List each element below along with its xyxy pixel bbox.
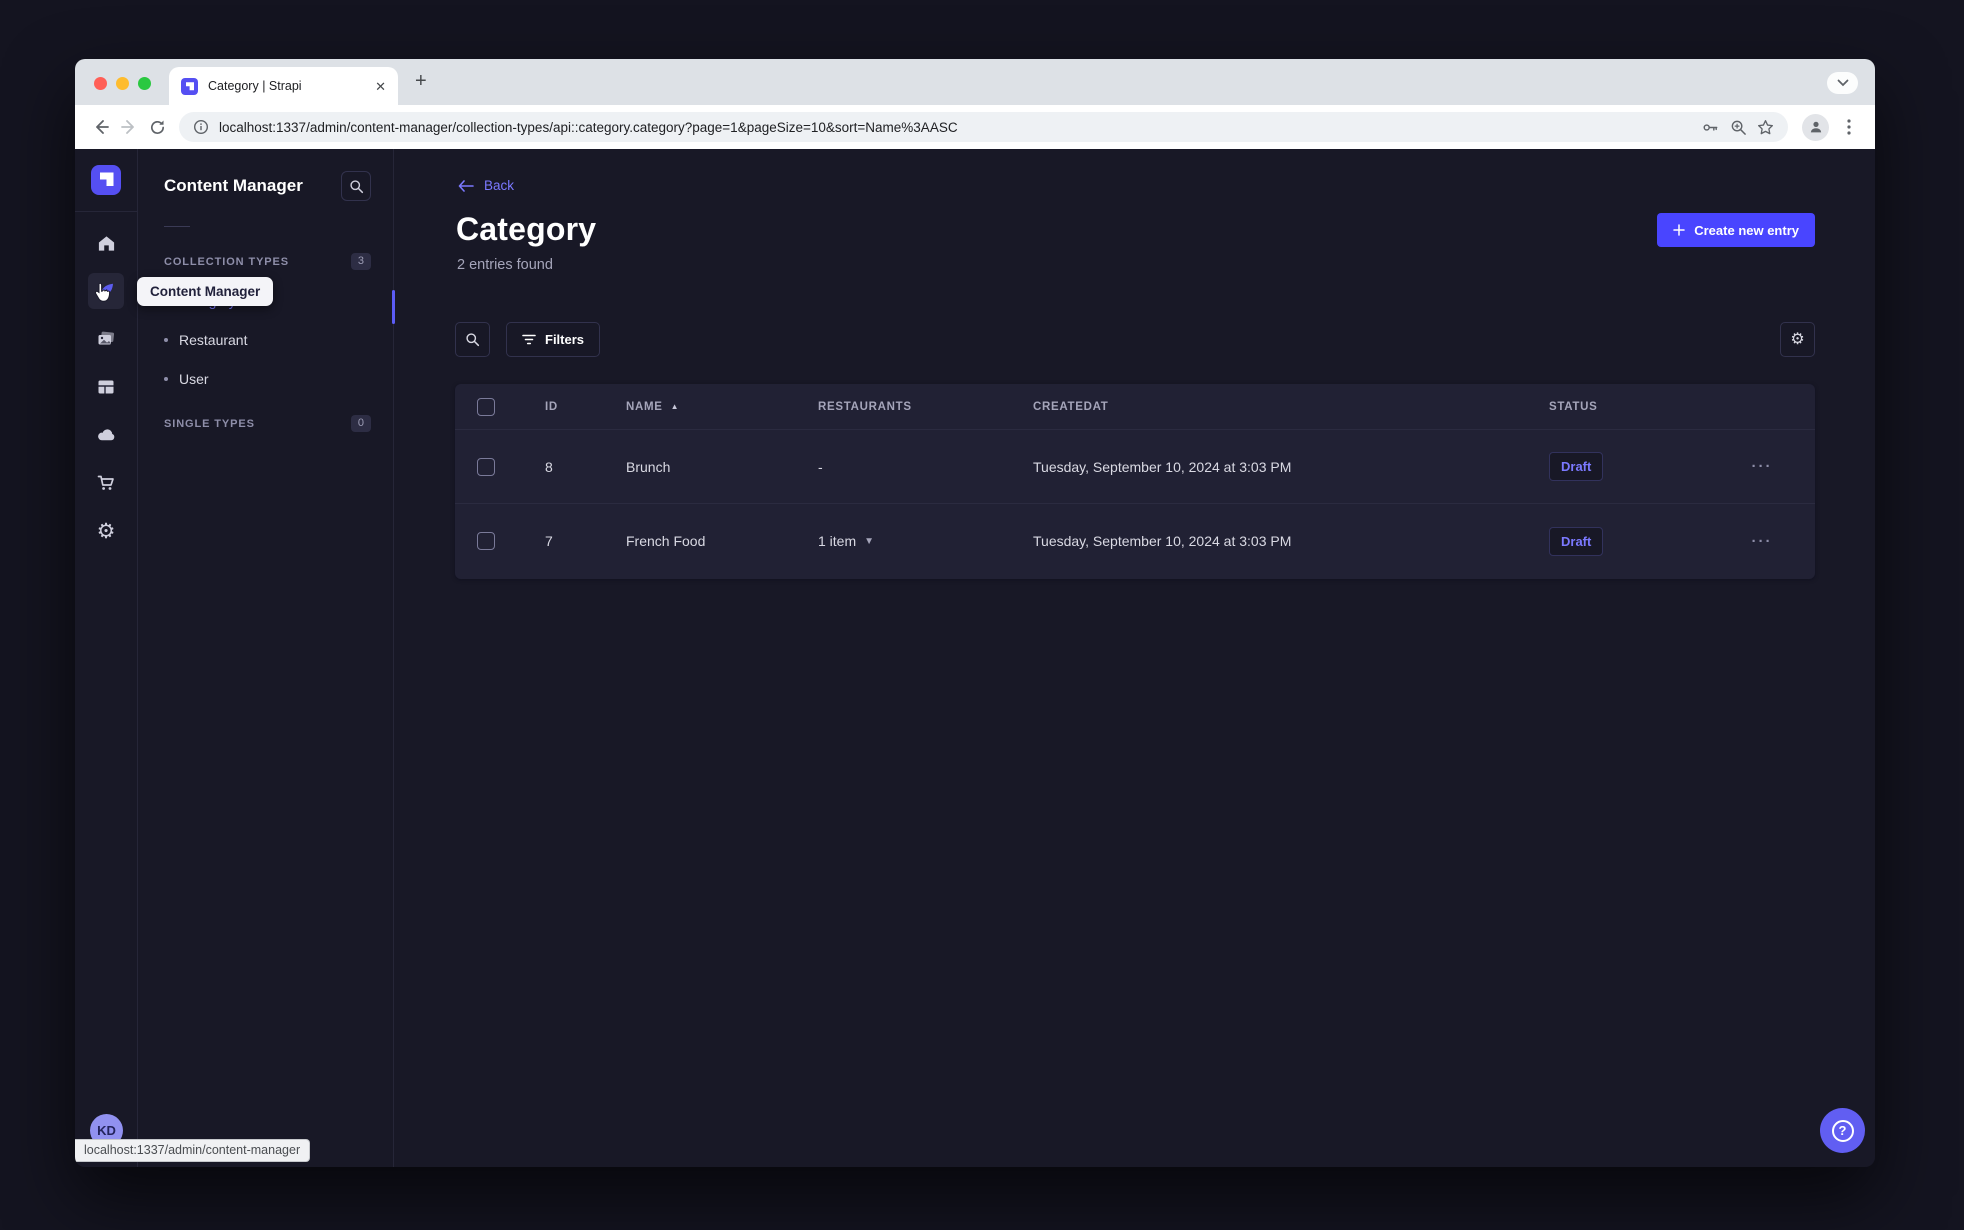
create-new-entry-label: Create new entry — [1694, 222, 1799, 238]
maximize-window-button[interactable] — [138, 77, 151, 90]
cell-id: 8 — [545, 458, 553, 475]
tab-search-chevron-icon[interactable] — [1827, 72, 1858, 94]
deploy-cloud-icon[interactable] — [88, 417, 124, 453]
single-types-count-badge: 0 — [350, 415, 371, 432]
select-all-checkbox[interactable] — [477, 397, 495, 416]
close-window-button[interactable] — [94, 77, 107, 90]
bookmark-star-icon[interactable] — [1757, 119, 1774, 136]
entries-table: ID NAME ▲ RESTAURANTS CREATEDAT STATUS 8… — [455, 384, 1815, 579]
strapi-app: ⚙ KD Content Manager COLLECTION TYPES 3 … — [75, 149, 1875, 1167]
tab-title: Category | Strapi — [208, 79, 302, 93]
collection-types-section: COLLECTION TYPES 3 — [164, 253, 371, 270]
browser-profile-avatar[interactable] — [1802, 113, 1829, 141]
media-library-icon[interactable] — [88, 321, 124, 357]
collection-types-count-badge: 3 — [350, 253, 371, 270]
status-bar-link-preview: localhost:1337/admin/content-manager — [75, 1139, 311, 1162]
cell-restaurants-label: 1 item — [818, 533, 857, 549]
content-type-builder-icon[interactable] — [88, 369, 124, 405]
column-header-id[interactable]: ID — [545, 401, 626, 413]
back-label: Back — [484, 178, 515, 193]
subnav-divider — [164, 226, 190, 227]
new-tab-button[interactable]: + — [415, 70, 427, 93]
create-new-entry-button[interactable]: Create new entry — [1657, 213, 1815, 247]
subnav-item-restaurant[interactable]: Restaurant — [164, 332, 371, 348]
close-tab-icon[interactable]: ✕ — [375, 80, 386, 93]
cell-createdat: Tuesday, September 10, 2024 at 3:03 PM — [1033, 458, 1292, 475]
page-title: Category — [456, 211, 597, 247]
subnav-search-button[interactable] — [341, 171, 371, 201]
single-types-label: SINGLE TYPES — [164, 417, 255, 430]
browser-toolbar: localhost:1337/admin/content-manager/col… — [75, 105, 1875, 149]
sort-ascending-icon: ▲ — [670, 402, 680, 411]
single-types-section: SINGLE TYPES 0 — [164, 415, 371, 432]
sidebar-divider — [75, 211, 138, 212]
home-icon[interactable] — [88, 225, 124, 261]
help-button[interactable]: ? — [1820, 1108, 1865, 1153]
status-badge: Draft — [1549, 452, 1604, 481]
filters-button[interactable]: Filters — [506, 322, 601, 357]
url-text[interactable]: localhost:1337/admin/content-manager/col… — [219, 120, 1691, 135]
table-header-row: ID NAME ▲ RESTAURANTS CREATEDAT STATUS — [455, 384, 1815, 430]
subnav-item-label: Restaurant — [179, 332, 248, 348]
main-content: Back Category 2 entries found Create new… — [394, 149, 1875, 1167]
marketplace-cart-icon[interactable] — [88, 465, 124, 501]
browser-tabstrip: Category | Strapi ✕ + — [75, 59, 1875, 105]
url-bar[interactable]: localhost:1337/admin/content-manager/col… — [179, 112, 1788, 142]
mouse-cursor — [92, 282, 114, 311]
column-header-status[interactable]: STATUS — [1549, 401, 1709, 413]
filters-label: Filters — [545, 332, 585, 347]
table-row[interactable]: 8 Brunch - Tuesday, September 10, 2024 a… — [455, 430, 1815, 504]
strapi-logo[interactable] — [91, 165, 121, 195]
column-header-name[interactable]: NAME ▲ — [626, 401, 818, 413]
subnav-item-user[interactable]: User — [164, 371, 371, 387]
search-button[interactable] — [455, 322, 490, 357]
row-actions-menu[interactable]: ··· — [1709, 533, 1815, 550]
cell-name: French Food — [626, 533, 706, 549]
row-actions-menu[interactable]: ··· — [1709, 458, 1815, 475]
column-header-createdat[interactable]: CREATEDAT — [1033, 401, 1549, 413]
browser-menu-icon[interactable] — [1835, 113, 1863, 141]
browser-tab[interactable]: Category | Strapi ✕ — [169, 67, 398, 105]
entries-count: 2 entries found — [457, 257, 553, 273]
nav-hover-tooltip: Content Manager — [137, 277, 274, 306]
window-controls — [94, 77, 151, 90]
column-header-restaurants[interactable]: RESTAURANTS — [818, 401, 1033, 413]
reload-icon[interactable] — [143, 113, 171, 141]
back-icon[interactable] — [87, 113, 115, 141]
cell-name: Brunch — [626, 458, 671, 475]
view-settings-button[interactable]: ⚙ — [1780, 322, 1815, 357]
chevron-down-icon: ▼ — [864, 535, 875, 547]
forward-icon[interactable] — [115, 113, 143, 141]
cell-id: 7 — [545, 533, 553, 549]
table-row[interactable]: 7 French Food 1 item ▼ Tuesday, Septembe… — [455, 504, 1815, 578]
bullet-icon — [164, 338, 168, 342]
site-info-icon[interactable] — [193, 119, 209, 135]
collection-types-label: COLLECTION TYPES — [164, 255, 290, 268]
bullet-icon — [164, 377, 168, 381]
subnav-item-label: User — [179, 371, 209, 387]
row-checkbox[interactable] — [477, 457, 495, 476]
column-header-name-label: NAME — [626, 400, 663, 413]
subnav-title: Content Manager — [164, 176, 303, 195]
browser-window: Category | Strapi ✕ + localhost:1337/adm… — [75, 59, 1875, 1167]
settings-gear-icon[interactable]: ⚙ — [88, 513, 124, 549]
status-badge: Draft — [1549, 526, 1604, 556]
password-key-icon[interactable] — [1701, 118, 1720, 137]
row-checkbox[interactable] — [477, 532, 495, 550]
zoom-icon[interactable] — [1730, 119, 1747, 136]
minimize-window-button[interactable] — [116, 77, 129, 90]
cell-restaurants: - — [818, 458, 823, 475]
cell-createdat: Tuesday, September 10, 2024 at 3:03 PM — [1033, 533, 1292, 549]
back-link[interactable]: Back — [458, 178, 514, 193]
question-mark-icon: ? — [1831, 1119, 1854, 1142]
strapi-favicon — [181, 77, 198, 95]
cell-restaurants[interactable]: 1 item ▼ — [818, 533, 1033, 549]
